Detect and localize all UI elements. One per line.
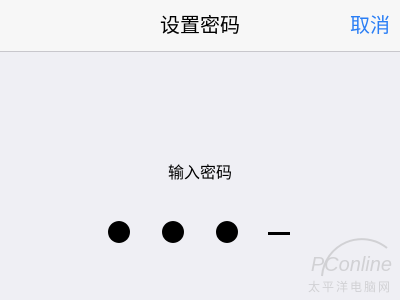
passcode-dot-filled — [162, 221, 184, 243]
passcode-dot-filled — [216, 221, 238, 243]
page-title: 设置密码 — [160, 13, 240, 37]
cancel-button[interactable]: 取消 — [350, 12, 390, 38]
passcode-dot-filled — [108, 221, 130, 243]
watermark-brand: PConline — [310, 254, 392, 276]
watermark-logo: PConline 太平洋电脑网 — [282, 236, 392, 296]
passcode-prompt: 输入密码 — [167, 163, 232, 182]
watermark-subtitle: 太平洋电脑网 — [307, 280, 392, 294]
navigation-bar: 设置密码 取消 — [0, 0, 400, 52]
passcode-dot-empty — [268, 232, 290, 235]
